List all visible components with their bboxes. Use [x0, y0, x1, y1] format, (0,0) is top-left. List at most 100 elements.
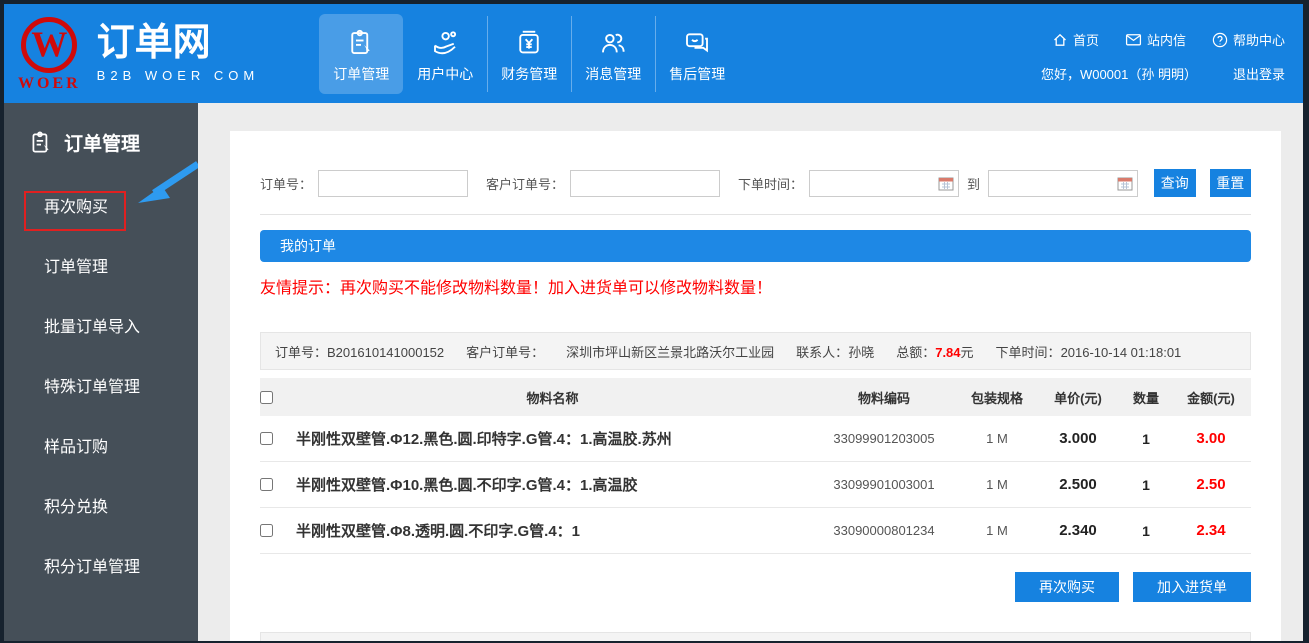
nav-user-center[interactable]: 用户中心 [403, 14, 487, 94]
logo-w-letter: W [31, 26, 67, 62]
order-clipboard-icon [346, 24, 376, 58]
total-value: 7.84 [935, 345, 960, 360]
home-label: 首页 [1073, 30, 1099, 49]
material-name: 半刚性双壁管.Φ12.黑色.圆.印特字.G管.4：1.高温胶.苏州 [296, 428, 809, 449]
logout-link[interactable]: 退出登录 [1233, 64, 1285, 83]
date-to-input[interactable] [988, 170, 1138, 197]
logo-circle-icon: W [21, 17, 77, 73]
amount: 2.34 [1171, 522, 1251, 539]
material-code: 33099901203005 [809, 431, 959, 446]
row-checkbox[interactable] [260, 478, 273, 491]
order-info-bar: 订单号：B201610131000133 客户订单号： 深圳市坪山新区兰景北路沃… [260, 632, 1251, 641]
logo-brand-text: WOER [18, 75, 81, 93]
nav-finance-management[interactable]: 财务管理 [487, 14, 571, 94]
table-row: 半刚性双壁管.Φ8.透明.圆.不印字.G管.4：1 33090000801234… [260, 508, 1251, 554]
sidebar-item-rebuy[interactable]: 再次购买 [4, 178, 198, 238]
select-all-cell [260, 391, 296, 404]
order-no-value: B201610141000152 [327, 345, 444, 360]
home-link[interactable]: 首页 [1052, 30, 1099, 49]
header-quantity: 数量 [1121, 388, 1171, 407]
nav-label: 订单管理 [333, 64, 389, 84]
query-button[interactable]: 查询 [1154, 169, 1195, 197]
sidebar-item-order-management[interactable]: 订单管理 [4, 238, 198, 298]
customer-no-group: 客户订单号： [466, 342, 544, 361]
quantity: 1 [1121, 431, 1171, 447]
nav-aftersale-management[interactable]: 售后管理 [655, 14, 739, 94]
sidebar-item-points-exchange[interactable]: 积分兑换 [4, 478, 198, 538]
search-form: 订单号： 客户订单号： 下单时间： 到 [260, 169, 1251, 197]
content-card: 订单号： 客户订单号： 下单时间： 到 [230, 131, 1281, 641]
calendar-icon[interactable] [1117, 176, 1133, 191]
contact-group: 联系人：孙晓 [796, 342, 874, 361]
material-code: 33090000801234 [809, 523, 959, 538]
help-label: 帮助中心 [1233, 30, 1285, 49]
row-checkbox[interactable] [260, 432, 273, 445]
main-nav: 订单管理 用户中心 财 [319, 14, 739, 94]
table-row: 半刚性双壁管.Φ10.黑色.圆.不印字.G管.4：1.高温胶 330999010… [260, 462, 1251, 508]
order-address: 深圳市坪山新区兰景北路沃尔工业园 [566, 342, 774, 361]
time-value: 2016-10-14 01:18:01 [1061, 345, 1182, 360]
quantity: 1 [1121, 477, 1171, 493]
divider [260, 214, 1251, 215]
sidebar-item-special-orders[interactable]: 特殊订单管理 [4, 358, 198, 418]
user-line: 您好，W00001（孙 明明） 退出登录 [1041, 64, 1285, 83]
main-area: 订单号： 客户订单号： 下单时间： 到 [198, 103, 1303, 641]
time-label: 下单时间： [996, 345, 1061, 360]
pack-spec: 1 M [959, 431, 1035, 446]
sidebar-menu: 再次购买 订单管理 批量订单导入 特殊订单管理 样品订购 积分兑换 积分订单管理 [4, 178, 198, 598]
unit-price: 2.500 [1035, 476, 1121, 493]
nav-message-management[interactable]: 消息管理 [571, 14, 655, 94]
order-time-label: 下单时间： [738, 174, 803, 193]
nav-label: 财务管理 [501, 64, 557, 84]
add-to-cart-button[interactable]: 加入进货单 [1133, 572, 1251, 602]
app-window: W WOER 订单网 B2B WOER COM 订单管理 [4, 4, 1303, 641]
header-pack-spec: 包装规格 [959, 388, 1035, 407]
header-unit-price: 单价(元) [1035, 388, 1121, 407]
row-check-cell [260, 478, 296, 491]
site-mail-link[interactable]: 站内信 [1125, 30, 1186, 49]
unit-price: 3.000 [1035, 430, 1121, 447]
logo-badge: W WOER [18, 17, 81, 93]
logo[interactable]: W WOER 订单网 B2B WOER COM [4, 15, 259, 93]
nav-label: 消息管理 [585, 64, 641, 84]
contact-label: 联系人： [796, 345, 848, 360]
customer-no-input[interactable] [570, 170, 720, 197]
user-greeting: 您好，W00001（孙 明明） [1041, 64, 1197, 83]
total-unit: 元 [961, 345, 974, 360]
sidebar-item-sample-purchase[interactable]: 样品订购 [4, 418, 198, 478]
pack-spec: 1 M [959, 523, 1035, 538]
material-name: 半刚性双壁管.Φ10.黑色.圆.不印字.G管.4：1.高温胶 [296, 474, 809, 495]
logo-text: 订单网 B2B WOER COM [97, 24, 260, 84]
mail-label: 站内信 [1147, 30, 1186, 49]
amount: 3.00 [1171, 430, 1251, 447]
calendar-icon[interactable] [938, 176, 954, 191]
user-hand-icon [430, 24, 460, 58]
order-time-group: 下单时间：2016-10-14 01:18:01 [996, 342, 1182, 361]
chat-bubbles-icon [682, 24, 712, 58]
contact-value: 孙晓 [848, 345, 874, 360]
order-no-input[interactable] [318, 170, 468, 197]
people-icon [598, 24, 628, 58]
top-header: W WOER 订单网 B2B WOER COM 订单管理 [4, 4, 1303, 103]
header-material-name: 物料名称 [296, 388, 809, 407]
row-checkbox[interactable] [260, 524, 273, 537]
select-all-checkbox[interactable] [260, 391, 273, 404]
order-actions: 再次购买 加入进货单 [260, 572, 1251, 602]
panel-title-bar: 我的订单 [260, 230, 1251, 262]
order-no-label: 订单号： [260, 174, 312, 193]
nav-order-management[interactable]: 订单管理 [319, 14, 403, 94]
sidebar-item-points-orders[interactable]: 积分订单管理 [4, 538, 198, 598]
site-title: 订单网 [97, 24, 260, 64]
rebuy-button[interactable]: 再次购买 [1015, 572, 1119, 602]
reset-button[interactable]: 重置 [1210, 169, 1251, 197]
header-material-code: 物料编码 [809, 388, 959, 407]
date-from-input[interactable] [809, 170, 959, 197]
help-center-link[interactable]: 帮助中心 [1212, 30, 1285, 49]
unit-price: 2.340 [1035, 522, 1121, 539]
site-subtitle: B2B WOER COM [97, 68, 260, 83]
material-name: 半刚性双壁管.Φ8.透明.圆.不印字.G管.4：1 [296, 520, 809, 541]
total-group: 总额：7.84元 [896, 342, 973, 361]
amount: 2.50 [1171, 476, 1251, 493]
to-label: 到 [967, 174, 980, 193]
sidebar-item-batch-import[interactable]: 批量订单导入 [4, 298, 198, 358]
